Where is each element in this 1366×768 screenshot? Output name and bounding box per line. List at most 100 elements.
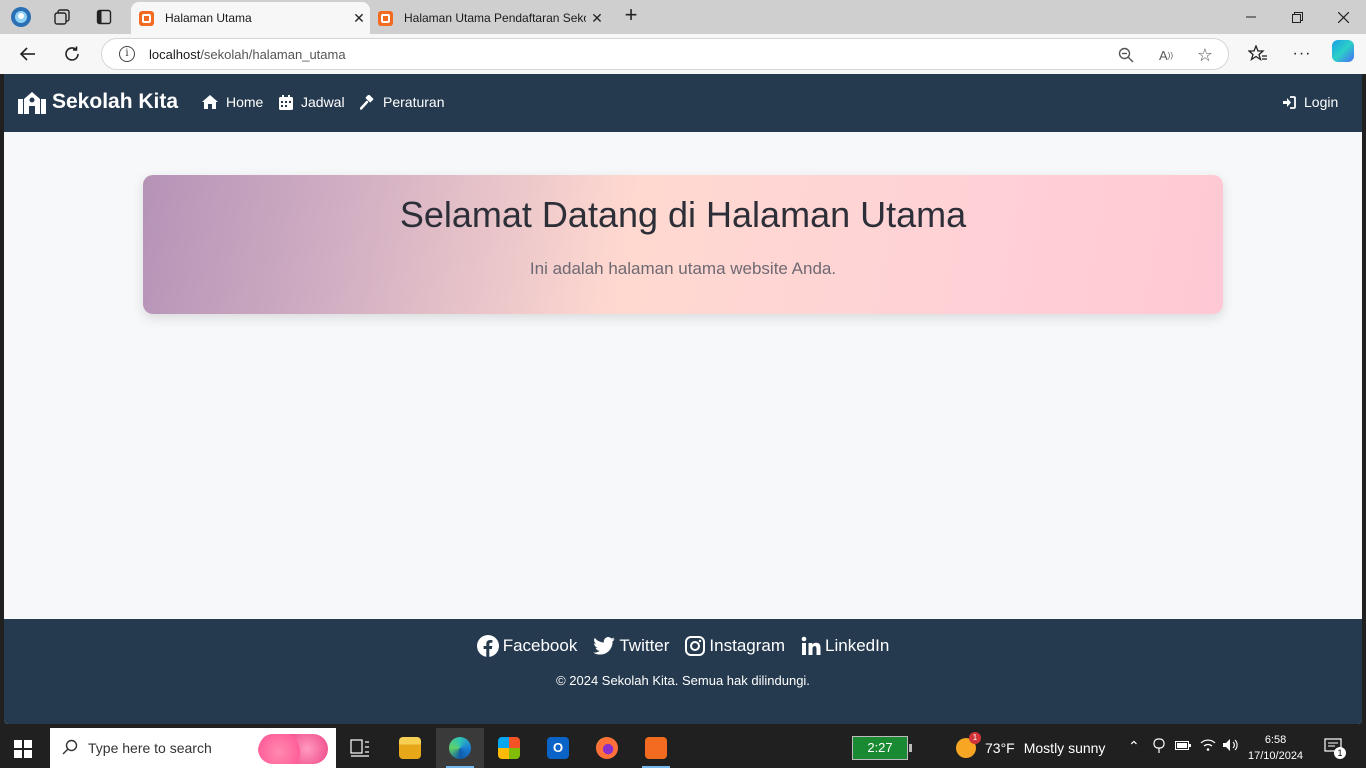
favorites-icon[interactable] [1244, 40, 1272, 68]
battery-indicator[interactable]: 2:27 [852, 736, 912, 760]
weather-sun-icon: 1 [956, 732, 981, 758]
weather-condition: Mostly sunny [1023, 740, 1106, 756]
school-icon [18, 92, 46, 114]
back-button[interactable] [14, 40, 42, 68]
search-placeholder: Type here to search [88, 740, 212, 756]
profile-icon[interactable] [9, 5, 33, 29]
twitter-icon [593, 637, 616, 655]
url-text: localhost/sekolah/halaman_utama [149, 47, 346, 62]
facebook-link[interactable]: Facebook [476, 635, 578, 657]
page-title: Selamat Datang di Halaman Utama [399, 194, 967, 235]
store-icon [498, 737, 520, 759]
edge-icon [449, 737, 471, 759]
social-links: Facebook Twitter Instagram LinkedIn [4, 635, 1362, 657]
xampp-button[interactable] [632, 728, 680, 768]
read-aloud-icon[interactable]: A)) [1155, 44, 1177, 66]
start-button[interactable] [14, 740, 32, 758]
nav-home[interactable]: Home [202, 94, 263, 110]
tab-pendaftaran[interactable]: Halaman Utama Pendaftaran Seko ✕ [370, 2, 608, 34]
new-tab-button[interactable]: + [619, 2, 643, 27]
restore-button[interactable] [1274, 0, 1320, 34]
xampp-icon [645, 737, 667, 759]
store-button[interactable] [485, 728, 533, 768]
outlook-icon: O [547, 737, 569, 759]
copyright-text: © 2024 Sekolah Kita. Semua hak dilindung… [556, 673, 810, 688]
tab-actions-icon[interactable] [92, 5, 116, 29]
linkedin-icon [801, 636, 821, 655]
close-window-button[interactable] [1320, 0, 1366, 34]
notification-count: 1 [1334, 747, 1346, 759]
browser-tab-strip: Halaman Utama ✕ Halaman Utama Pendaftara… [0, 0, 1366, 34]
twitter-label: Twitter [619, 636, 670, 655]
zoom-icon[interactable] [1115, 44, 1137, 66]
weather-widget[interactable]: 1 73°F Mostly sunny [956, 732, 1106, 758]
brand-link[interactable]: Sekolah Kita [18, 90, 178, 114]
tab-halaman-utama[interactable]: Halaman Utama ✕ [131, 2, 370, 34]
instagram-link[interactable]: Instagram [685, 635, 785, 657]
xampp-favicon-icon [378, 10, 393, 26]
system-clock[interactable]: 6:58 17/10/2024 [1248, 732, 1303, 764]
nav-jadwal-label: Jadwal [301, 94, 345, 110]
folder-icon [399, 737, 421, 759]
page-subtitle: Ini adalah halaman utama website Anda. [529, 259, 837, 278]
search-highlight-image [258, 734, 328, 764]
clock-date: 17/10/2024 [1248, 750, 1304, 762]
meet-now-icon[interactable] [1152, 738, 1166, 757]
xampp-favicon-icon [139, 10, 154, 26]
firefox-button[interactable] [583, 728, 631, 768]
wifi-icon[interactable] [1200, 738, 1216, 755]
linkedin-label: LinkedIn [825, 636, 890, 655]
url-field[interactable]: i localhost/sekolah/halaman_utama A)) ☆ [101, 38, 1229, 70]
more-options-icon[interactable]: ··· [1288, 40, 1316, 68]
linkedin-link[interactable]: LinkedIn [801, 635, 889, 657]
home-icon [202, 95, 218, 109]
instagram-label: Instagram [709, 636, 786, 655]
refresh-button[interactable] [58, 40, 86, 68]
nav-peraturan-label: Peraturan [383, 94, 445, 110]
clock-time: 6:58 [1264, 734, 1287, 746]
brand-name: Sekolah Kita [52, 90, 179, 113]
site-info-icon[interactable]: i [119, 46, 135, 62]
gavel-icon [360, 94, 374, 110]
workspaces-icon[interactable] [50, 5, 74, 29]
notifications-icon[interactable]: 1 [1324, 738, 1346, 759]
taskbar-search[interactable]: Type here to search [50, 728, 336, 768]
url-path: /sekolah/halaman_utama [200, 47, 346, 62]
weather-temp: 73°F [985, 740, 1015, 756]
volume-icon[interactable] [1222, 738, 1240, 755]
task-view-icon [350, 739, 369, 757]
windows-taskbar: Type here to search O 2:27 1 73°F Mostly… [0, 728, 1366, 768]
outlook-button[interactable]: O [534, 728, 582, 768]
weather-badge: 1 [969, 732, 981, 744]
url-host: localhost [149, 47, 201, 62]
nav-jadwal[interactable]: Jadwal [279, 94, 345, 110]
nav-peraturan[interactable]: Peraturan [360, 94, 444, 110]
site-footer: Facebook Twitter Instagram LinkedIn © 20… [4, 619, 1362, 724]
battery-tray-icon[interactable] [1175, 738, 1191, 754]
close-tab-icon[interactable]: ✕ [348, 10, 370, 27]
close-tab-icon[interactable]: ✕ [586, 10, 608, 27]
nav-home-label: Home [226, 94, 264, 110]
facebook-icon [476, 635, 499, 657]
facebook-label: Facebook [502, 636, 578, 655]
address-bar: i localhost/sekolah/halaman_utama A)) ☆ … [0, 34, 1366, 74]
search-icon [62, 739, 78, 760]
minimize-button[interactable] [1228, 0, 1274, 34]
tab-title: Halaman Utama Pendaftaran Seko [404, 11, 586, 25]
calendar-icon [279, 94, 293, 110]
sign-in-icon [1283, 95, 1296, 109]
login-link[interactable]: Login [1282, 94, 1338, 110]
copilot-icon[interactable] [1332, 40, 1354, 62]
login-label: Login [1304, 94, 1339, 110]
show-hidden-icons-icon[interactable]: ⌃ [1128, 738, 1140, 755]
favorite-star-icon[interactable]: ☆ [1194, 44, 1216, 66]
edge-button[interactable] [436, 728, 484, 768]
page-viewport: Sekolah Kita Home Jadwal Peraturan Login… [4, 74, 1362, 724]
task-view-button[interactable] [336, 728, 384, 768]
twitter-link[interactable]: Twitter [593, 635, 669, 657]
tab-title: Halaman Utama [165, 11, 252, 25]
welcome-banner: Selamat Datang di Halaman Utama Ini adal… [143, 175, 1223, 314]
site-navbar: Sekolah Kita Home Jadwal Peraturan Login [4, 74, 1362, 132]
file-explorer-button[interactable] [386, 728, 434, 768]
firefox-icon [596, 737, 618, 759]
